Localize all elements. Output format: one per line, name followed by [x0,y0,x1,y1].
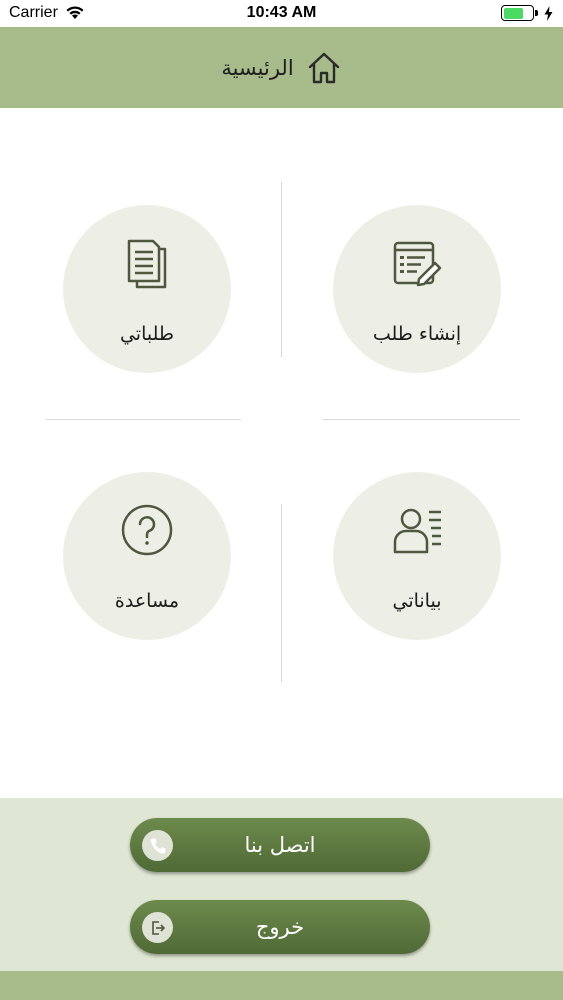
profile-list-icon [393,508,441,554]
tile-help-label: مساعدة [114,590,180,612]
phone-icon [142,830,173,861]
battery-icon [501,5,534,21]
battery-tip [535,10,538,16]
tile-my-data[interactable]: بياناتي [333,472,501,640]
page-title: الرئيسية [221,55,294,80]
tile-help[interactable]: مساعدة [63,472,231,640]
footer-actions: اتصل بنا خروج [0,798,563,971]
tile-my-data-label: بياناتي [392,590,442,612]
tile-my-requests[interactable]: طلباتي [63,205,231,373]
help-icon [121,504,173,556]
divider-horizontal-left [46,419,241,420]
tile-my-requests-label: طلباتي [119,323,175,345]
status-right [501,5,553,21]
status-time: 10:43 AM [246,4,317,21]
battery-level [503,7,524,19]
divider-horizontal-right [323,419,520,420]
header-content: الرئيسية [221,50,341,86]
tile-create-request[interactable]: إنشاء طلب [333,205,501,373]
logout-icon [142,912,173,943]
main-menu-grid: إنشاء طلب طلباتي بياناتي مساعدة [0,108,563,798]
charging-icon [544,5,553,21]
app-header: الرئيسية [0,27,563,108]
logout-label: خروج [255,915,305,939]
tile-create-request-label: إنشاء طلب [372,323,462,345]
home-icon[interactable] [306,50,342,86]
logout-button[interactable]: خروج [130,900,430,954]
divider-vertical-bottom [281,504,282,682]
footer-bottom-bar [0,971,563,1000]
documents-icon [127,239,167,289]
divider-vertical-top [281,182,282,357]
contact-us-label: اتصل بنا [244,833,316,857]
contact-us-button[interactable]: اتصل بنا [130,818,430,872]
create-request-icon [393,241,442,287]
status-bar: Carrier 10:43 AM [0,0,563,27]
